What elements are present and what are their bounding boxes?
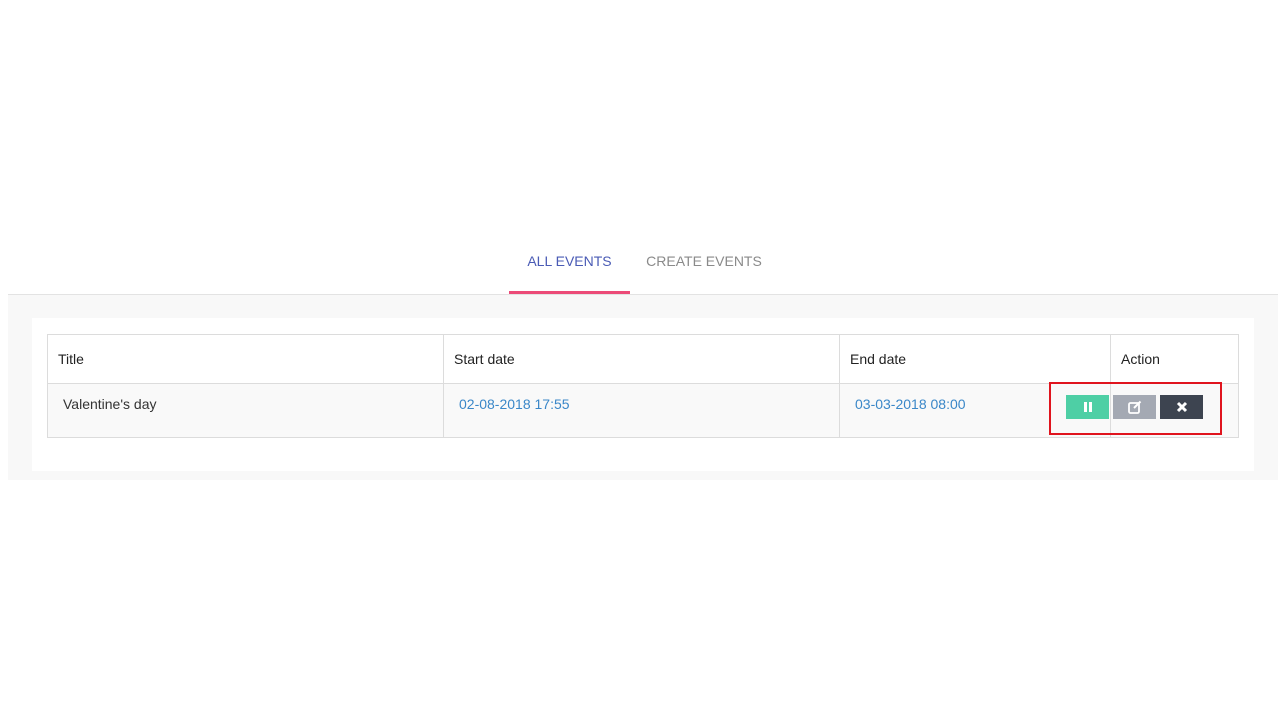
edit-button[interactable] bbox=[1113, 395, 1156, 419]
header-title: Title bbox=[47, 334, 444, 384]
header-action: Action bbox=[1110, 334, 1239, 384]
table-header-row: Title Start date End date Action bbox=[47, 334, 1239, 384]
header-end-date: End date bbox=[839, 334, 1111, 384]
pause-button[interactable] bbox=[1066, 395, 1109, 419]
edit-icon bbox=[1127, 400, 1141, 414]
action-buttons-highlight bbox=[1049, 382, 1222, 435]
tab-bar: ALL EVENTS CREATE EVENTS bbox=[0, 240, 1280, 295]
cell-title: Valentine's day bbox=[47, 383, 444, 438]
pause-icon bbox=[1083, 402, 1092, 412]
tab-all-events[interactable]: ALL EVENTS bbox=[509, 240, 630, 294]
close-icon bbox=[1176, 401, 1187, 413]
tab-create-events[interactable]: CREATE EVENTS bbox=[644, 240, 764, 294]
delete-button[interactable] bbox=[1160, 395, 1203, 419]
header-start-date: Start date bbox=[443, 334, 840, 384]
cell-start-date[interactable]: 02-08-2018 17:55 bbox=[443, 383, 840, 438]
